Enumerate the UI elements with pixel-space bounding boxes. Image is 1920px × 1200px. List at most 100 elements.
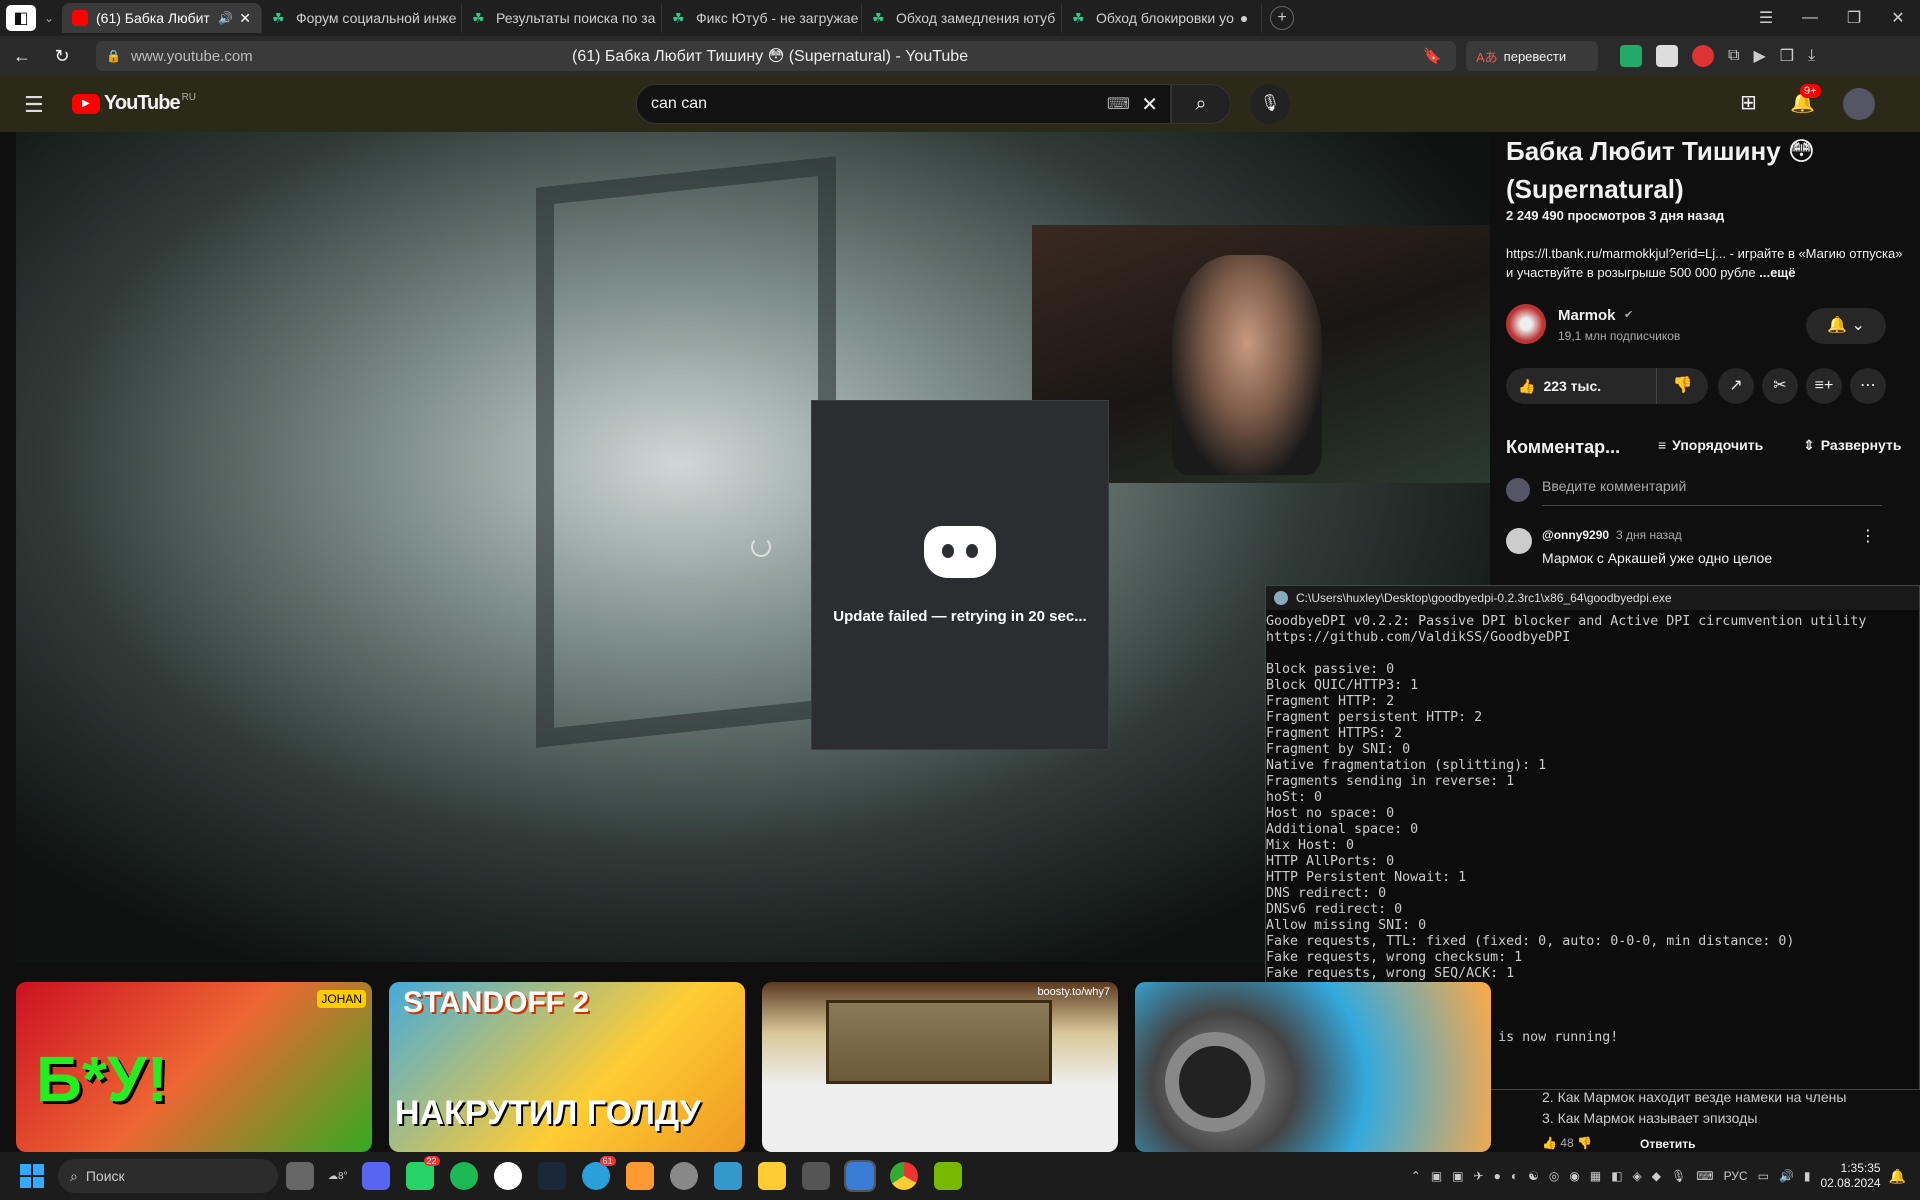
steam-icon[interactable] [537,1162,566,1190]
calculator-icon[interactable] [801,1162,830,1190]
new-tab-button[interactable]: + [1270,6,1294,30]
tabs-dropdown-icon[interactable]: ⌄ [36,11,62,25]
collections-icon[interactable]: ❒ [1780,46,1794,66]
network-icon[interactable]: ▭ [1758,1169,1769,1183]
close-tab-icon[interactable]: ✕ [239,10,251,27]
tab-youtube-fix[interactable]: ☘ Фикс Ютуб - не загружае [662,3,862,33]
taskbar-search[interactable]: ⌕ Поиск [58,1159,278,1193]
discord-icon[interactable] [361,1162,390,1190]
comment-like-button[interactable]: 👍 48 👎 [1542,1136,1592,1150]
battery-icon[interactable]: ▮ [1804,1169,1811,1183]
sort-comments-button[interactable]: ≡ Упорядочить [1658,437,1763,453]
app-icon[interactable] [625,1162,654,1190]
volume-icon[interactable]: 🔊 [1779,1169,1794,1183]
tray-app-icon[interactable]: ◐ [1511,1169,1518,1183]
like-button[interactable]: 👍 223 тыс. [1506,368,1656,404]
start-button-icon[interactable] [20,1164,44,1188]
restore-icon[interactable]: ❐ [1832,8,1876,28]
reply-button[interactable]: Ответить [1640,1137,1695,1151]
shield-icon[interactable] [1656,45,1678,67]
translate-button[interactable]: Aあ перевести [1466,41,1598,71]
console-title-bar[interactable]: C:\Users\huxley\Desktop\goodbyedpi-0.2.3… [1266,586,1919,610]
system-tray[interactable]: ⌃ ▣ ▣ ✈ ● ◐ ☯ ◎ ◉ ▦ ◧ ◈ ◆ 🎙 ⌨ РУС ▭ 🔊 ▮ [1411,1169,1811,1183]
tray-app-icon[interactable]: ▦ [1590,1169,1601,1183]
vscode-icon[interactable] [843,1160,876,1192]
video-thumbnail[interactable]: boosty.to/why7 [762,982,1118,1152]
search-button[interactable]: ⌕ [1171,84,1231,124]
tab-throttle-bypass[interactable]: ☘ Обход замедления ютуб [862,3,1062,33]
file-explorer-icon[interactable] [757,1162,786,1190]
language-indicator[interactable]: РУС [1724,1169,1748,1183]
puzzle-icon[interactable]: ⧉ [1728,47,1739,65]
tab-forum[interactable]: ☘ Форум социальной инже [262,3,462,33]
expand-comments-button[interactable]: ⇕ Развернуть [1803,437,1901,454]
extension-icon[interactable] [1692,45,1714,67]
comment-author[interactable]: @onny9290 [1542,528,1609,542]
show-more-link[interactable]: ...ещё [1759,265,1795,280]
tray-app-icon[interactable]: ▣ [1431,1169,1442,1183]
avatar[interactable] [1843,88,1875,120]
hamburger-menu-icon[interactable]: ☰ [24,92,44,118]
keyboard-icon[interactable]: ⌨ [1107,94,1130,114]
clip-icon[interactable]: ✂ [1762,368,1798,404]
spotify-icon[interactable] [449,1162,478,1190]
voice-search-icon[interactable]: 🎙 [1250,84,1290,124]
task-view-icon[interactable] [286,1162,314,1190]
tray-app-icon[interactable]: ◆ [1652,1169,1661,1183]
telegram-icon[interactable]: 61 [581,1156,616,1190]
weather-widget[interactable]: ☁8° [328,1171,348,1182]
whatsapp-icon[interactable]: 22 [405,1156,440,1190]
more-actions-icon[interactable]: ⋯ [1850,368,1886,404]
tray-app-icon[interactable]: ✈ [1474,1169,1484,1183]
tab-youtube[interactable]: (61) Бабка Любит Ти 🔊 ✕ [62,3,262,33]
yandex-browser-icon[interactable] [493,1162,522,1190]
tab-block-bypass[interactable]: ☘ Обход блокировки yo ● [1062,3,1262,33]
tray-app-icon[interactable]: ◧ [1611,1169,1622,1183]
youtube-logo[interactable]: ▶ YouTube RU [72,92,196,115]
video-description[interactable]: https://l.tbank.ru/marmokkjul?erid=Lj...… [1506,244,1906,282]
comment-menu-icon[interactable]: ⋮ [1860,526,1876,546]
menu-icon[interactable]: ☰ [1744,8,1788,28]
youtube-header: ☰ ▶ YouTube RU can can ⌨ ✕ ⌕ 🎙 ⊞ 🔔 9+ [0,76,1920,132]
tray-overflow-icon[interactable]: ⌃ [1411,1169,1421,1183]
reload-icon[interactable]: ↻ [44,46,80,67]
chrome-icon[interactable] [889,1162,918,1190]
keyboard-icon[interactable]: ⌨ [1696,1169,1713,1183]
tray-app-icon[interactable]: ◎ [1549,1169,1559,1183]
tray-app-icon[interactable]: ◉ [1569,1169,1579,1183]
media-icon[interactable]: ▶ [1753,46,1765,66]
address-field[interactable]: 🔒 www.youtube.com (61) Бабка Любит Тишин… [96,41,1456,71]
microphone-icon[interactable]: 🎙 [1671,1169,1686,1183]
notification-center-icon[interactable]: 🔔 [1889,1168,1906,1185]
clear-search-icon[interactable]: ✕ [1141,92,1158,117]
download-icon[interactable]: ⤓ [1808,47,1815,65]
photos-icon[interactable] [713,1162,742,1190]
clock[interactable]: 1:35:35 02.08.2024 [1821,1161,1881,1191]
subscribed-bell-button[interactable]: 🔔 ⌄ [1806,308,1886,344]
video-thumbnail[interactable] [1135,982,1491,1152]
app-icon[interactable] [669,1162,698,1190]
comment-input[interactable]: Введите комментарий [1542,478,1882,506]
nvidia-icon[interactable] [933,1162,962,1190]
tray-app-icon[interactable]: ☯ [1528,1169,1539,1183]
video-thumbnail[interactable]: Б*У! JOHAN [16,982,372,1152]
close-window-icon[interactable]: ✕ [1876,8,1920,28]
bookmark-icon[interactable]: 🔖 [1423,47,1442,65]
extension-icon[interactable] [1620,45,1642,67]
channel-avatar[interactable] [1506,304,1546,344]
save-to-playlist-icon[interactable]: ≡+ [1806,368,1842,404]
minimize-icon[interactable]: — [1788,9,1832,27]
back-icon[interactable]: ← [0,46,44,67]
tab-search-results[interactable]: ☘ Результаты поиска по за [462,3,662,33]
audio-icon[interactable]: 🔊 [218,11,233,25]
sidebar-toggle-icon[interactable]: ◧ [6,5,36,31]
tray-app-icon[interactable]: ◈ [1633,1169,1642,1183]
tray-app-icon[interactable]: ▣ [1452,1169,1463,1183]
share-icon[interactable]: ↗ [1718,368,1754,404]
video-thumbnail[interactable]: STANDOFF 2 НАКРУТИЛ ГОЛДУ [389,982,745,1152]
channel-name[interactable]: Marmok [1558,307,1616,324]
tray-app-icon[interactable]: ● [1494,1169,1501,1183]
dislike-button[interactable]: 👎 [1656,368,1708,404]
search-input[interactable]: can can ⌨ ✕ [636,84,1171,124]
create-video-icon[interactable]: ⊞ [1740,90,1757,115]
